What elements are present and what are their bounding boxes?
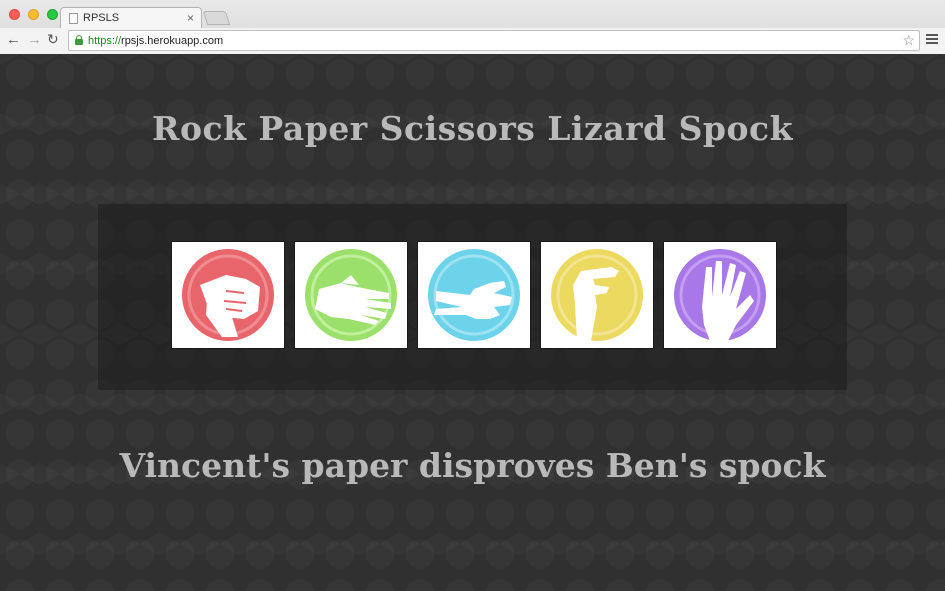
back-arrow-icon[interactable]: ← bbox=[6, 31, 21, 48]
fist-icon bbox=[182, 249, 274, 341]
window-controls bbox=[9, 9, 58, 20]
url-scheme: https:// bbox=[88, 35, 122, 47]
page-title: Rock Paper Scissors Lizard Spock bbox=[152, 109, 793, 148]
address-bar[interactable]: https://rpsjs.herokuapp.com ☆ bbox=[68, 30, 920, 51]
page-icon bbox=[69, 13, 78, 24]
browser-toolbar: ← → ↻ https://rpsjs.herokuapp.com ☆ bbox=[0, 28, 945, 54]
url-host: rpsjs.herokuapp.com bbox=[121, 35, 224, 47]
tab-close-icon[interactable]: × bbox=[187, 11, 194, 25]
hamburger-menu-icon[interactable] bbox=[926, 34, 938, 46]
open-hand-icon bbox=[305, 249, 397, 341]
tab-title: RPSLS bbox=[83, 12, 120, 24]
close-window-button[interactable] bbox=[9, 9, 20, 20]
new-tab-button[interactable] bbox=[202, 11, 231, 25]
browser-chrome: RPSLS × ← → ↻ https://rpsjs.herokuapp.co… bbox=[0, 0, 945, 54]
lizard-choice-button[interactable] bbox=[540, 241, 654, 349]
game-result-text: Vincent's paper disproves Ben's spock bbox=[119, 446, 826, 485]
paper-choice-button[interactable] bbox=[294, 241, 408, 349]
spock-choice-button[interactable] bbox=[663, 241, 777, 349]
scissors-choice-button[interactable] bbox=[417, 241, 531, 349]
forward-arrow-icon[interactable]: → bbox=[27, 31, 42, 48]
rock-choice-button[interactable] bbox=[171, 241, 285, 349]
browser-tab[interactable]: RPSLS × bbox=[60, 7, 202, 29]
minimize-window-button[interactable] bbox=[28, 9, 39, 20]
reload-icon[interactable]: ↻ bbox=[47, 31, 59, 48]
vulcan-salute-icon bbox=[674, 249, 766, 341]
lock-icon bbox=[75, 35, 83, 45]
choices-panel bbox=[98, 204, 847, 390]
lizard-hand-icon bbox=[551, 249, 643, 341]
zoom-window-button[interactable] bbox=[47, 9, 58, 20]
bookmark-star-icon[interactable]: ☆ bbox=[902, 32, 915, 49]
peace-hand-icon bbox=[428, 249, 520, 341]
page-content: Rock Paper Scissors Lizard Spock Vincent… bbox=[0, 54, 945, 591]
